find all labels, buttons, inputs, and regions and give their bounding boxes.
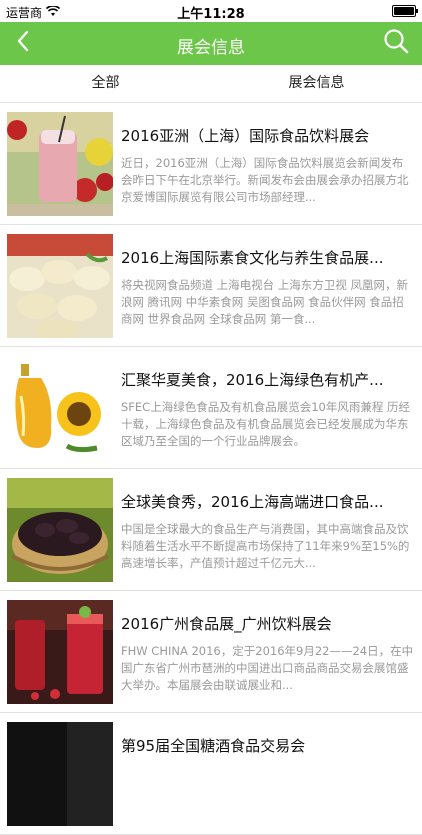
- item-title: 汇聚华夏美食，2016上海绿色有机产...: [121, 371, 384, 389]
- search-icon: [383, 28, 409, 58]
- thumbnail-red-drinks: [7, 600, 113, 704]
- status-time: 上午11:28: [177, 7, 245, 22]
- item-description: SFEC上海绿色食品及有机食品展览会10年风雨兼程 历经十载，上海绿色食品及有机…: [121, 400, 410, 448]
- news-list: 2016亚洲（上海）国际食品饮料展会 近日，2016亚洲（上海）国际食品饮料展览…: [0, 103, 422, 835]
- status-bar: 运营商 上午11:28: [0, 0, 422, 22]
- item-title: 2016广州食品展_广州饮料展会: [121, 615, 332, 633]
- battery-icon: [392, 5, 418, 17]
- list-item[interactable]: 2016亚洲（上海）国际食品饮料展会 近日，2016亚洲（上海）国际食品饮料展览…: [0, 103, 422, 225]
- item-title: 2016上海国际素食文化与养生食品展...: [121, 249, 384, 267]
- item-description: FHW CHINA 2016，定于2016年9月22——24日，在中国广东省广州…: [121, 644, 414, 692]
- tab-all[interactable]: 全部: [0, 65, 211, 102]
- thumbnail-dried-fruit: [7, 478, 113, 582]
- item-title: 全球美食秀，2016上海高端进口食品...: [121, 493, 384, 511]
- thumbnail-sunflower-oil: [7, 356, 113, 460]
- item-description: 将央视网食品频道 上海电视台 上海东方卫视 凤凰网，新浪网 腾讯网 中华素食网 …: [121, 278, 408, 326]
- thumbnail-dumplings: [7, 234, 113, 338]
- item-description: 近日，2016亚洲（上海）国际食品饮料展览会新闻发布会昨日下午在北京举行。新闻发…: [121, 156, 409, 204]
- list-item[interactable]: 第95届全国糖酒食品交易会: [0, 713, 422, 835]
- list-item[interactable]: 全球美食秀，2016上海高端进口食品... 中国是全球最大的食品生产与消费国，其…: [0, 469, 422, 591]
- page-title: 展会信息: [177, 38, 245, 58]
- item-description: 中国是全球最大的食品生产与消费国，其中高端食品及饮料随着生活水平不断提高市场保持…: [121, 522, 410, 570]
- nav-bar: 展会信息: [0, 22, 422, 65]
- list-item[interactable]: 2016上海国际素食文化与养生食品展... 将央视网食品频道 上海电视台 上海东…: [0, 225, 422, 347]
- list-item[interactable]: 2016广州食品展_广州饮料展会 FHW CHINA 2016，定于2016年9…: [0, 591, 422, 713]
- category-tabs: 全部 展会信息: [0, 65, 422, 103]
- item-title: 2016亚洲（上海）国际食品饮料展会: [121, 127, 370, 145]
- thumbnail-liquor: [7, 722, 113, 826]
- battery-level: [394, 7, 414, 15]
- item-title: 第95届全国糖酒食品交易会: [121, 737, 306, 755]
- search-button[interactable]: [382, 29, 410, 57]
- tab-exhibition-info[interactable]: 展会信息: [211, 65, 422, 102]
- list-item[interactable]: 汇聚华夏美食，2016上海绿色有机产... SFEC上海绿色食品及有机食品展览会…: [0, 347, 422, 469]
- thumbnail-smoothie: [7, 112, 113, 216]
